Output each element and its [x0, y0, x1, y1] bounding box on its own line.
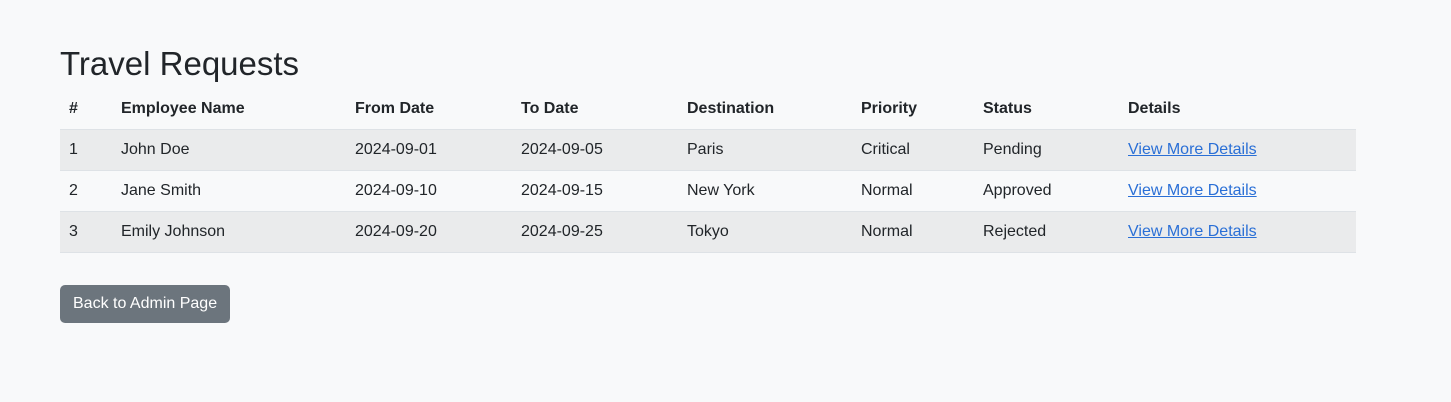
- page-title: Travel Requests: [60, 45, 300, 82]
- cell-number: 1: [60, 129, 112, 171]
- cell-status: Rejected: [974, 211, 1119, 253]
- cell-from-date: 2024-09-20: [346, 211, 512, 253]
- header-from-date: From Date: [346, 89, 512, 130]
- cell-destination: New York: [678, 170, 852, 212]
- travel-requests-table: # Employee Name From Date To Date Destin…: [60, 89, 1356, 253]
- header-status: Status: [974, 89, 1119, 130]
- header-destination: Destination: [678, 89, 852, 130]
- header-to-date: To Date: [512, 89, 678, 130]
- cell-destination: Tokyo: [678, 211, 852, 253]
- view-details-link[interactable]: View More Details: [1128, 182, 1257, 199]
- cell-priority: Normal: [852, 211, 974, 253]
- cell-number: 2: [60, 170, 112, 212]
- cell-number: 3: [60, 211, 112, 253]
- header-row: # Employee Name From Date To Date Destin…: [60, 89, 1356, 130]
- table-row: 1 John Doe 2024-09-01 2024-09-05 Paris C…: [60, 129, 1356, 171]
- cell-status: Approved: [974, 170, 1119, 212]
- cell-employee-name: Jane Smith: [112, 170, 346, 212]
- cell-employee-name: John Doe: [112, 129, 346, 171]
- table-row: 3 Emily Johnson 2024-09-20 2024-09-25 To…: [60, 211, 1356, 253]
- cell-priority: Critical: [852, 129, 974, 171]
- cell-from-date: 2024-09-01: [346, 129, 512, 171]
- header-number: #: [60, 89, 112, 130]
- cell-details: View More Details: [1119, 211, 1356, 253]
- table-row: 2 Jane Smith 2024-09-10 2024-09-15 New Y…: [60, 170, 1356, 212]
- header-details: Details: [1119, 89, 1356, 130]
- cell-to-date: 2024-09-25: [512, 211, 678, 253]
- header-priority: Priority: [852, 89, 974, 130]
- cell-from-date: 2024-09-10: [346, 170, 512, 212]
- view-details-link[interactable]: View More Details: [1128, 141, 1257, 158]
- cell-details: View More Details: [1119, 129, 1356, 171]
- cell-to-date: 2024-09-05: [512, 129, 678, 171]
- back-to-admin-button[interactable]: Back to Admin Page: [60, 285, 231, 323]
- cell-employee-name: Emily Johnson: [112, 211, 346, 253]
- view-details-link[interactable]: View More Details: [1128, 223, 1257, 240]
- cell-destination: Paris: [678, 129, 852, 171]
- cell-details: View More Details: [1119, 170, 1356, 212]
- table-header: # Employee Name From Date To Date Destin…: [60, 89, 1356, 130]
- cell-priority: Normal: [852, 170, 974, 212]
- header-employee-name: Employee Name: [112, 89, 346, 130]
- cell-status: Pending: [974, 129, 1119, 171]
- table-body: 1 John Doe 2024-09-01 2024-09-05 Paris C…: [60, 129, 1356, 253]
- cell-to-date: 2024-09-15: [512, 170, 678, 212]
